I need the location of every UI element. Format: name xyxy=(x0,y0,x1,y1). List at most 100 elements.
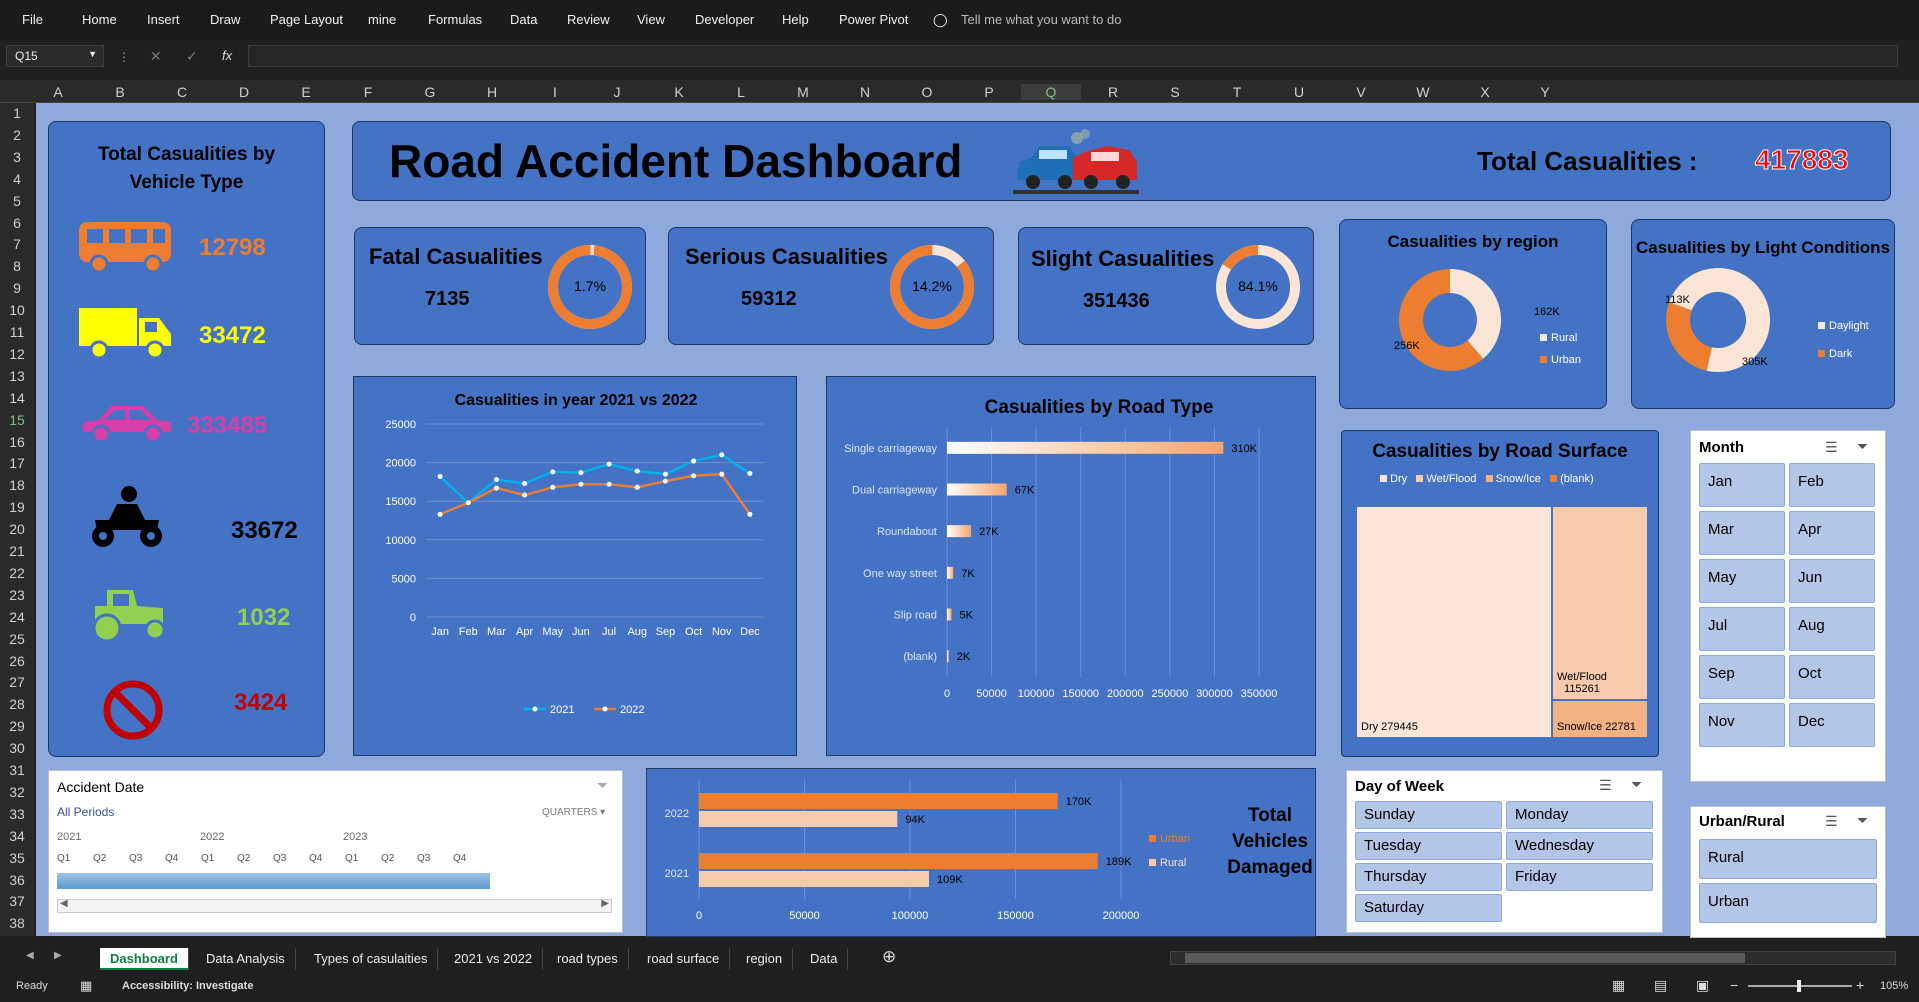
row-label-8[interactable]: 8 xyxy=(0,258,34,274)
multi-select-icon[interactable]: ☰ xyxy=(1825,439,1838,456)
row-label-12[interactable]: 12 xyxy=(0,346,34,362)
row-label-1[interactable]: 1 xyxy=(0,105,34,121)
slicer-item-friday[interactable]: Friday xyxy=(1506,863,1653,891)
menu-file[interactable]: File xyxy=(22,12,43,27)
slicer-item-mar[interactable]: Mar xyxy=(1699,511,1785,555)
row-label-29[interactable]: 29 xyxy=(0,718,34,734)
column-label-j[interactable]: J xyxy=(607,84,627,100)
name-box[interactable]: Q15 ▼ xyxy=(6,45,104,67)
scrollbar-thumb[interactable] xyxy=(1185,953,1745,963)
menu-draw[interactable]: Draw xyxy=(210,12,240,27)
row-label-13[interactable]: 13 xyxy=(0,368,34,384)
column-label-r[interactable]: R xyxy=(1103,84,1123,100)
row-label-21[interactable]: 21 xyxy=(0,543,34,559)
column-label-v[interactable]: V xyxy=(1351,84,1371,100)
scroll-left-icon[interactable]: ◀ xyxy=(60,898,68,909)
column-label-y[interactable]: Y xyxy=(1535,84,1555,100)
column-label-p[interactable]: P xyxy=(979,84,999,100)
slicer-item-rural[interactable]: Rural xyxy=(1699,839,1877,879)
timeline-scrollbar[interactable]: ◀ ▶ xyxy=(57,898,612,913)
row-label-34[interactable]: 34 xyxy=(0,828,34,844)
column-label-k[interactable]: K xyxy=(669,84,689,100)
timeline-selection-bar[interactable] xyxy=(57,873,490,889)
row-label-9[interactable]: 9 xyxy=(0,280,34,296)
slicer-item-feb[interactable]: Feb xyxy=(1789,463,1875,507)
enter-icon[interactable]: ✓ xyxy=(186,48,198,65)
slicer-item-apr[interactable]: Apr xyxy=(1789,511,1875,555)
normal-view-icon[interactable]: ▦ xyxy=(1612,977,1625,994)
row-label-23[interactable]: 23 xyxy=(0,587,34,603)
row-label-4[interactable]: 4 xyxy=(0,171,34,187)
slicer-item-jul[interactable]: Jul xyxy=(1699,607,1785,651)
zoom-slider-thumb[interactable] xyxy=(1797,980,1801,992)
row-label-17[interactable]: 17 xyxy=(0,455,34,471)
tell-me-search[interactable]: Tell me what you want to do xyxy=(961,12,1121,27)
row-label-33[interactable]: 33 xyxy=(0,806,34,822)
zoom-in-icon[interactable]: + xyxy=(1856,977,1864,993)
page-break-view-icon[interactable]: ▣ xyxy=(1696,977,1709,994)
row-label-38[interactable]: 38 xyxy=(0,915,34,931)
row-label-22[interactable]: 22 xyxy=(0,565,34,581)
multi-select-icon[interactable]: ☰ xyxy=(1825,813,1838,830)
tab-road-types[interactable]: road types xyxy=(547,948,629,970)
tab-data-analysis[interactable]: Data Analysis xyxy=(196,948,296,970)
scroll-right-icon[interactable]: ▶ xyxy=(601,898,609,909)
menu-power-pivot[interactable]: Power Pivot xyxy=(839,12,908,27)
multi-select-icon[interactable]: ☰ xyxy=(1599,777,1612,794)
column-label-d[interactable]: D xyxy=(234,84,254,100)
row-label-10[interactable]: 10 xyxy=(0,302,34,318)
cancel-icon[interactable]: ✕ xyxy=(150,48,162,65)
column-label-l[interactable]: L xyxy=(731,84,751,100)
slicer-item-tuesday[interactable]: Tuesday xyxy=(1355,832,1502,860)
row-label-30[interactable]: 30 xyxy=(0,740,34,756)
row-label-35[interactable]: 35 xyxy=(0,850,34,866)
column-label-t[interactable]: T xyxy=(1227,84,1247,100)
row-label-36[interactable]: 36 xyxy=(0,872,34,888)
page-layout-view-icon[interactable]: ▤ xyxy=(1654,977,1667,994)
row-label-25[interactable]: 25 xyxy=(0,631,34,647)
row-label-28[interactable]: 28 xyxy=(0,696,34,712)
row-label-15[interactable]: 15 xyxy=(0,412,34,428)
row-label-27[interactable]: 27 xyxy=(0,674,34,690)
clear-filter-icon[interactable]: ⏷ xyxy=(1857,438,1868,455)
row-label-26[interactable]: 26 xyxy=(0,653,34,669)
column-label-g[interactable]: G xyxy=(420,84,440,100)
menu-mine[interactable]: mine xyxy=(368,12,396,27)
column-label-o[interactable]: O xyxy=(917,84,937,100)
column-label-a[interactable]: A xyxy=(48,84,68,100)
menu-insert[interactable]: Insert xyxy=(147,12,180,27)
slicer-item-jan[interactable]: Jan xyxy=(1699,463,1785,507)
row-label-7[interactable]: 7 xyxy=(0,236,34,252)
menu-review[interactable]: Review xyxy=(567,12,610,27)
formula-input[interactable] xyxy=(248,45,1898,67)
row-label-16[interactable]: 16 xyxy=(0,434,34,450)
menu-help[interactable]: Help xyxy=(782,12,809,27)
menu-developer[interactable]: Developer xyxy=(695,12,754,27)
insert-function-icon[interactable]: fx xyxy=(222,48,232,63)
row-label-6[interactable]: 6 xyxy=(0,215,34,231)
row-label-14[interactable]: 14 xyxy=(0,390,34,406)
slicer-item-wednesday[interactable]: Wednesday xyxy=(1506,832,1653,860)
tab-types-of-casualties[interactable]: Types of casulaities xyxy=(304,948,439,970)
column-label-c[interactable]: C xyxy=(172,84,192,100)
column-label-m[interactable]: M xyxy=(793,84,813,100)
row-label-32[interactable]: 32 xyxy=(0,784,34,800)
column-label-b[interactable]: B xyxy=(110,84,130,100)
tab-road-surface[interactable]: road surface xyxy=(637,948,731,970)
tab-scroll-left-icon[interactable]: ◀ xyxy=(26,950,34,961)
column-label-u[interactable]: U xyxy=(1289,84,1309,100)
menu-page-layout[interactable]: Page Layout xyxy=(270,12,343,27)
slicer-item-sunday[interactable]: Sunday xyxy=(1355,801,1502,829)
slicer-item-oct[interactable]: Oct xyxy=(1789,655,1875,699)
column-label-x[interactable]: X xyxy=(1475,84,1495,100)
slicer-item-dec[interactable]: Dec xyxy=(1789,703,1875,747)
row-label-31[interactable]: 31 xyxy=(0,762,34,778)
slicer-item-monday[interactable]: Monday xyxy=(1506,801,1653,829)
row-label-5[interactable]: 5 xyxy=(0,193,34,209)
slicer-item-urban[interactable]: Urban xyxy=(1699,883,1877,923)
timeline-unit-selector[interactable]: QUARTERS ▾ xyxy=(542,807,605,818)
slicer-item-aug[interactable]: Aug xyxy=(1789,607,1875,651)
tab-scroll-right-icon[interactable]: ▶ xyxy=(54,950,62,961)
zoom-out-icon[interactable]: − xyxy=(1730,977,1738,993)
slicer-item-jun[interactable]: Jun xyxy=(1789,559,1875,603)
